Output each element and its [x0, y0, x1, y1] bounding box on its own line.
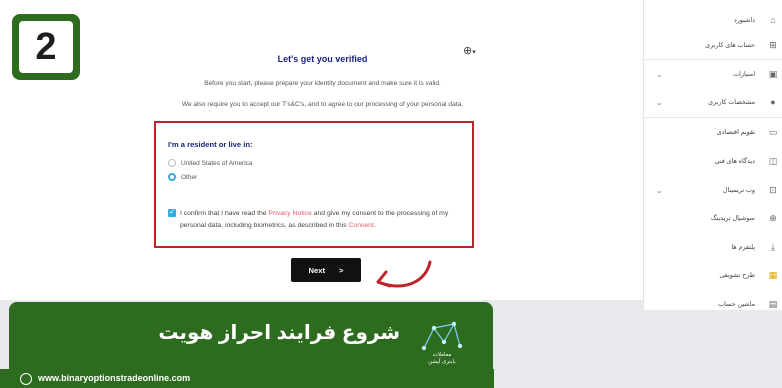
sidebar-item-calculator[interactable]: ماشین حساب ▤: [644, 290, 782, 318]
analysis-icon: ◫: [768, 156, 778, 166]
website-url: www.binaryoptionstradeonline.com: [38, 373, 191, 383]
sidebar-item-label: ماشین حساب: [718, 301, 755, 308]
chevron-down-icon: ⌄: [656, 97, 663, 107]
sidebar-item-label: دیدگاه های فنی: [714, 158, 756, 165]
residency-consent-box: I'm a resident or live in: United States…: [154, 121, 474, 248]
radio-option-usa[interactable]: United States of America: [168, 159, 253, 167]
radio-label-other: Other: [181, 173, 198, 181]
consent-link[interactable]: Consent: [349, 222, 374, 229]
banner-title: شروع فرایند احراز هویت: [158, 322, 400, 344]
wallet-icon: ▣: [768, 69, 778, 79]
sidebar-item-label: تقویم اقتصادی: [716, 129, 755, 136]
sidebar-item-technical-views[interactable]: دیدگاه های فنی ◫: [644, 147, 782, 175]
logo-line-1: معاملات: [432, 352, 452, 358]
card-title: Let's get you verified: [277, 54, 368, 64]
step-number: 2: [19, 21, 73, 73]
intro-text-2: We also require you to accept our T's&C'…: [181, 101, 464, 108]
sidebar-item-label: داشبورد: [733, 17, 755, 24]
consent-text: I confirm that I have read the Privacy N…: [180, 208, 470, 232]
sidebar-item-label: مشخصات کاربری: [708, 99, 755, 106]
sidebar-item-label: طرح تشویقی: [719, 272, 755, 279]
consent-prefix: I confirm that I have read the: [180, 210, 269, 217]
next-button[interactable]: Next >: [291, 258, 361, 282]
sidebar-item-label: پلتفرم ها: [731, 244, 755, 251]
chart-icon: ⊡: [769, 185, 777, 195]
sidebar-item-label: حساب های کاربری: [705, 42, 755, 49]
sidebar-item-calendar[interactable]: تقویم اقتصادی ▭: [644, 118, 782, 146]
sidebar-item-points[interactable]: ⌄ امتیازات ▣: [644, 60, 782, 88]
chevron-down-icon: ⌄: [656, 69, 663, 79]
consent-checkbox[interactable]: ✓: [168, 209, 176, 217]
residency-title: I'm a resident or live in:: [168, 140, 253, 149]
logo-line-2: باینری آپشن: [428, 359, 456, 365]
radio-button[interactable]: [168, 159, 176, 167]
caret-down-icon: ▾: [472, 49, 476, 56]
step-badge: 2: [12, 14, 80, 80]
home-icon: ⌂: [770, 15, 776, 25]
web-globe-icon: [20, 373, 32, 385]
calendar-icon: ▭: [768, 127, 778, 137]
next-arrow-icon: >: [339, 265, 344, 275]
radio-label-usa: United States of America: [181, 159, 253, 167]
intro-text-1: Before you start, please prepare your id…: [204, 80, 441, 87]
sidebar-item-accounts[interactable]: حساب های کاربری ⊞: [644, 31, 782, 59]
radio-button-selected[interactable]: [168, 173, 176, 181]
sidebar-item-web-terminal[interactable]: ⌄ وب تریمینال ⊡: [644, 176, 782, 204]
sidebar-item-dashboard[interactable]: داشبورد ⌂: [644, 6, 782, 34]
user-icon: ●: [770, 97, 776, 107]
sidebar-item-label: وب تریمینال: [722, 187, 755, 194]
sidebar: داشبورد ⌂ حساب های کاربری ⊞ ⌄ امتیازات ▣…: [643, 0, 782, 310]
logo-text: معاملات باینری آپشن: [412, 352, 472, 366]
sidebar-item-label: سوشیال تریدینگ: [710, 215, 755, 222]
pointer-arrow-icon: [376, 260, 432, 288]
sidebar-item-platforms[interactable]: پلتفرم ها ⤓: [644, 233, 782, 261]
sidebar-item-incentive[interactable]: طرح تشویقی ▦: [644, 261, 782, 289]
globe-icon: ⊕: [463, 45, 473, 57]
privacy-notice-link[interactable]: Privacy Notice: [268, 210, 311, 217]
language-selector[interactable]: ⊕▾: [463, 44, 476, 57]
consent-suffix: .: [373, 222, 376, 229]
chevron-down-icon: ⌄: [656, 185, 663, 195]
calculator-icon: ▤: [768, 299, 778, 309]
sidebar-item-social-trading[interactable]: سوشیال تریدینگ ⊕: [644, 204, 782, 232]
next-label: Next: [308, 265, 326, 275]
globe-icon: ⊕: [769, 213, 777, 223]
sidebar-item-label: امتیازات: [733, 71, 755, 78]
radio-option-other[interactable]: Other: [168, 173, 197, 181]
gift-icon: ▦: [768, 270, 778, 280]
download-icon: ⤓: [771, 242, 775, 252]
sidebar-item-profile[interactable]: ⌄ مشخصات کاربری ●: [644, 88, 782, 116]
grid-icon: ⊞: [769, 40, 777, 50]
